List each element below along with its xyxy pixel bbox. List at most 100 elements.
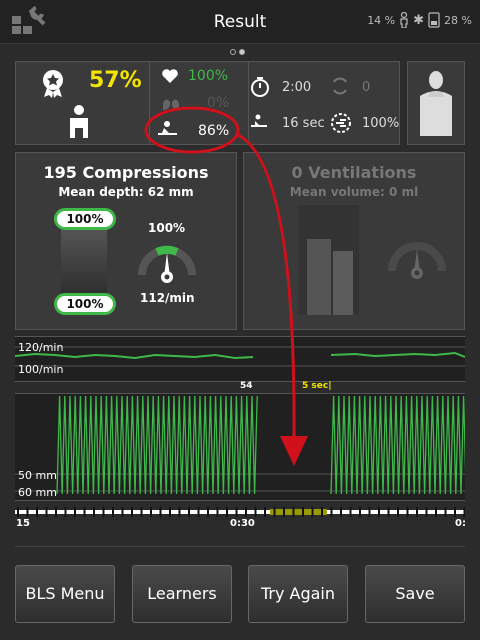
timeline-tick <box>36 507 38 517</box>
award-icon <box>43 70 63 98</box>
learners-button[interactable]: Learners <box>132 565 232 623</box>
elapsed-time: 2:00 <box>282 80 312 95</box>
timeline-tick <box>74 507 76 517</box>
depth-bottom-pill: 100% <box>54 293 116 315</box>
timeline-tick <box>416 507 418 517</box>
timeline-tick <box>264 507 266 517</box>
rate-label-bottom: 100/min <box>18 363 64 376</box>
depth-bar <box>61 221 107 301</box>
timeline-tick <box>330 507 333 517</box>
divider <box>149 62 150 144</box>
timeline-tick <box>197 507 200 517</box>
heart-icon <box>162 69 178 83</box>
rate-chart: 120/min 100/min <box>15 336 465 382</box>
bls-menu-button[interactable]: BLS Menu <box>15 565 115 623</box>
timeline-tick <box>406 507 409 517</box>
rate-label-top: 120/min <box>18 341 64 354</box>
timeline-tick <box>321 507 323 517</box>
depth-chart: 50 mm 60 mm <box>15 393 465 501</box>
volume-bar <box>299 205 359 315</box>
volume-gauge <box>388 242 446 279</box>
timeline-tick <box>245 507 247 517</box>
timeline-tick <box>425 507 428 517</box>
person-icon <box>400 12 408 28</box>
timeline-tick <box>121 507 124 517</box>
cpr-quality-percent: 86% <box>198 123 230 139</box>
separator <box>15 546 465 547</box>
timeline-tick <box>283 507 285 517</box>
timeline-tick <box>102 507 105 517</box>
lungs-percent: 0% <box>207 95 230 111</box>
compressions-title: 195 Compressions <box>43 163 209 182</box>
page-dot[interactable] <box>230 49 236 55</box>
bluetooth-icon: ✱ <box>413 12 425 28</box>
total-score: 57% <box>89 68 142 93</box>
timeline-tick <box>368 507 371 517</box>
timeline-tick <box>207 507 209 517</box>
mean-depth: Mean depth: 62 mm <box>58 185 194 199</box>
timeline-start: 15 <box>16 518 30 529</box>
rate-trace <box>15 346 465 367</box>
divider <box>248 62 249 144</box>
timeline-tick <box>188 507 190 517</box>
depth-trace <box>15 395 465 495</box>
timeline-mid: 0:30 <box>230 518 255 529</box>
flow-fraction: 100% <box>362 116 400 131</box>
timeline-tick <box>45 507 48 517</box>
learner-icon <box>70 105 88 138</box>
hands-off-time: 16 sec <box>282 116 325 131</box>
timeline-tick <box>112 507 114 517</box>
timeline-tick <box>387 507 390 517</box>
timeline-tick <box>463 507 465 517</box>
timeline-tick <box>83 507 86 517</box>
manikin-panel[interactable] <box>407 61 465 145</box>
flow-fraction-icon <box>331 113 351 133</box>
timeline-tick <box>435 507 437 517</box>
try-again-button[interactable]: Try Again <box>248 565 348 623</box>
marker-time: 5 sec| <box>302 381 332 391</box>
depth-top-pill: 100% <box>54 208 116 230</box>
timeline-tick <box>140 507 143 517</box>
stopwatch-icon <box>251 77 269 97</box>
rate-gauge <box>138 245 196 283</box>
summary-panel: 57% 100% 0% 86% 2:00 0 16 sec 100% <box>15 61 400 145</box>
timeline-tick <box>454 507 456 517</box>
timeline[interactable]: 15 0:30 0: <box>15 504 466 536</box>
depth-label-bottom: 60 mm <box>18 486 57 499</box>
timeline-tick <box>273 507 276 517</box>
rate-percent: 100% <box>148 221 186 235</box>
ventilations-title: 0 Ventilations <box>291 163 417 182</box>
timeline-tick <box>178 507 181 517</box>
compressions-panel: 195 Compressions Mean depth: 62 mm 100% … <box>15 152 237 330</box>
timeline-tick <box>397 507 399 517</box>
hands-off-icon <box>251 114 267 127</box>
marker-count: 54 <box>240 381 253 391</box>
timeline-end: 0: <box>455 518 466 529</box>
page-dot-active[interactable] <box>239 49 245 55</box>
timeline-tick <box>169 507 171 517</box>
save-button[interactable]: Save <box>365 565 465 623</box>
timeline-tick <box>254 507 257 517</box>
compression-wave <box>56 395 258 495</box>
lungs-icon <box>163 96 179 110</box>
manikin-icon <box>420 71 452 136</box>
mean-volume: Mean volume: 0 ml <box>289 185 419 199</box>
compression-rate: 112/min <box>140 291 195 305</box>
device-battery-label: 28 % <box>444 13 472 27</box>
status-area: 14 % ✱ 28 % <box>367 12 472 28</box>
timeline-tick <box>26 507 29 517</box>
ventilations-panel: 0 Ventilations Mean volume: 0 ml <box>243 152 465 330</box>
timeline-tick <box>444 507 447 517</box>
cycle-icon <box>333 77 347 95</box>
page-indicator[interactable] <box>230 49 245 55</box>
manikin-battery-label: 14 % <box>367 13 396 27</box>
top-bar: Result 14 % ✱ 28 % <box>0 0 480 44</box>
device-icon <box>428 12 440 28</box>
timeline-tick <box>311 507 314 517</box>
compression-wave <box>330 395 465 495</box>
timeline-tick <box>93 507 95 517</box>
timeline-tick <box>378 507 380 517</box>
timeline-tick <box>55 507 57 517</box>
timeline-tick <box>17 507 19 517</box>
timeline-tick <box>226 507 228 517</box>
